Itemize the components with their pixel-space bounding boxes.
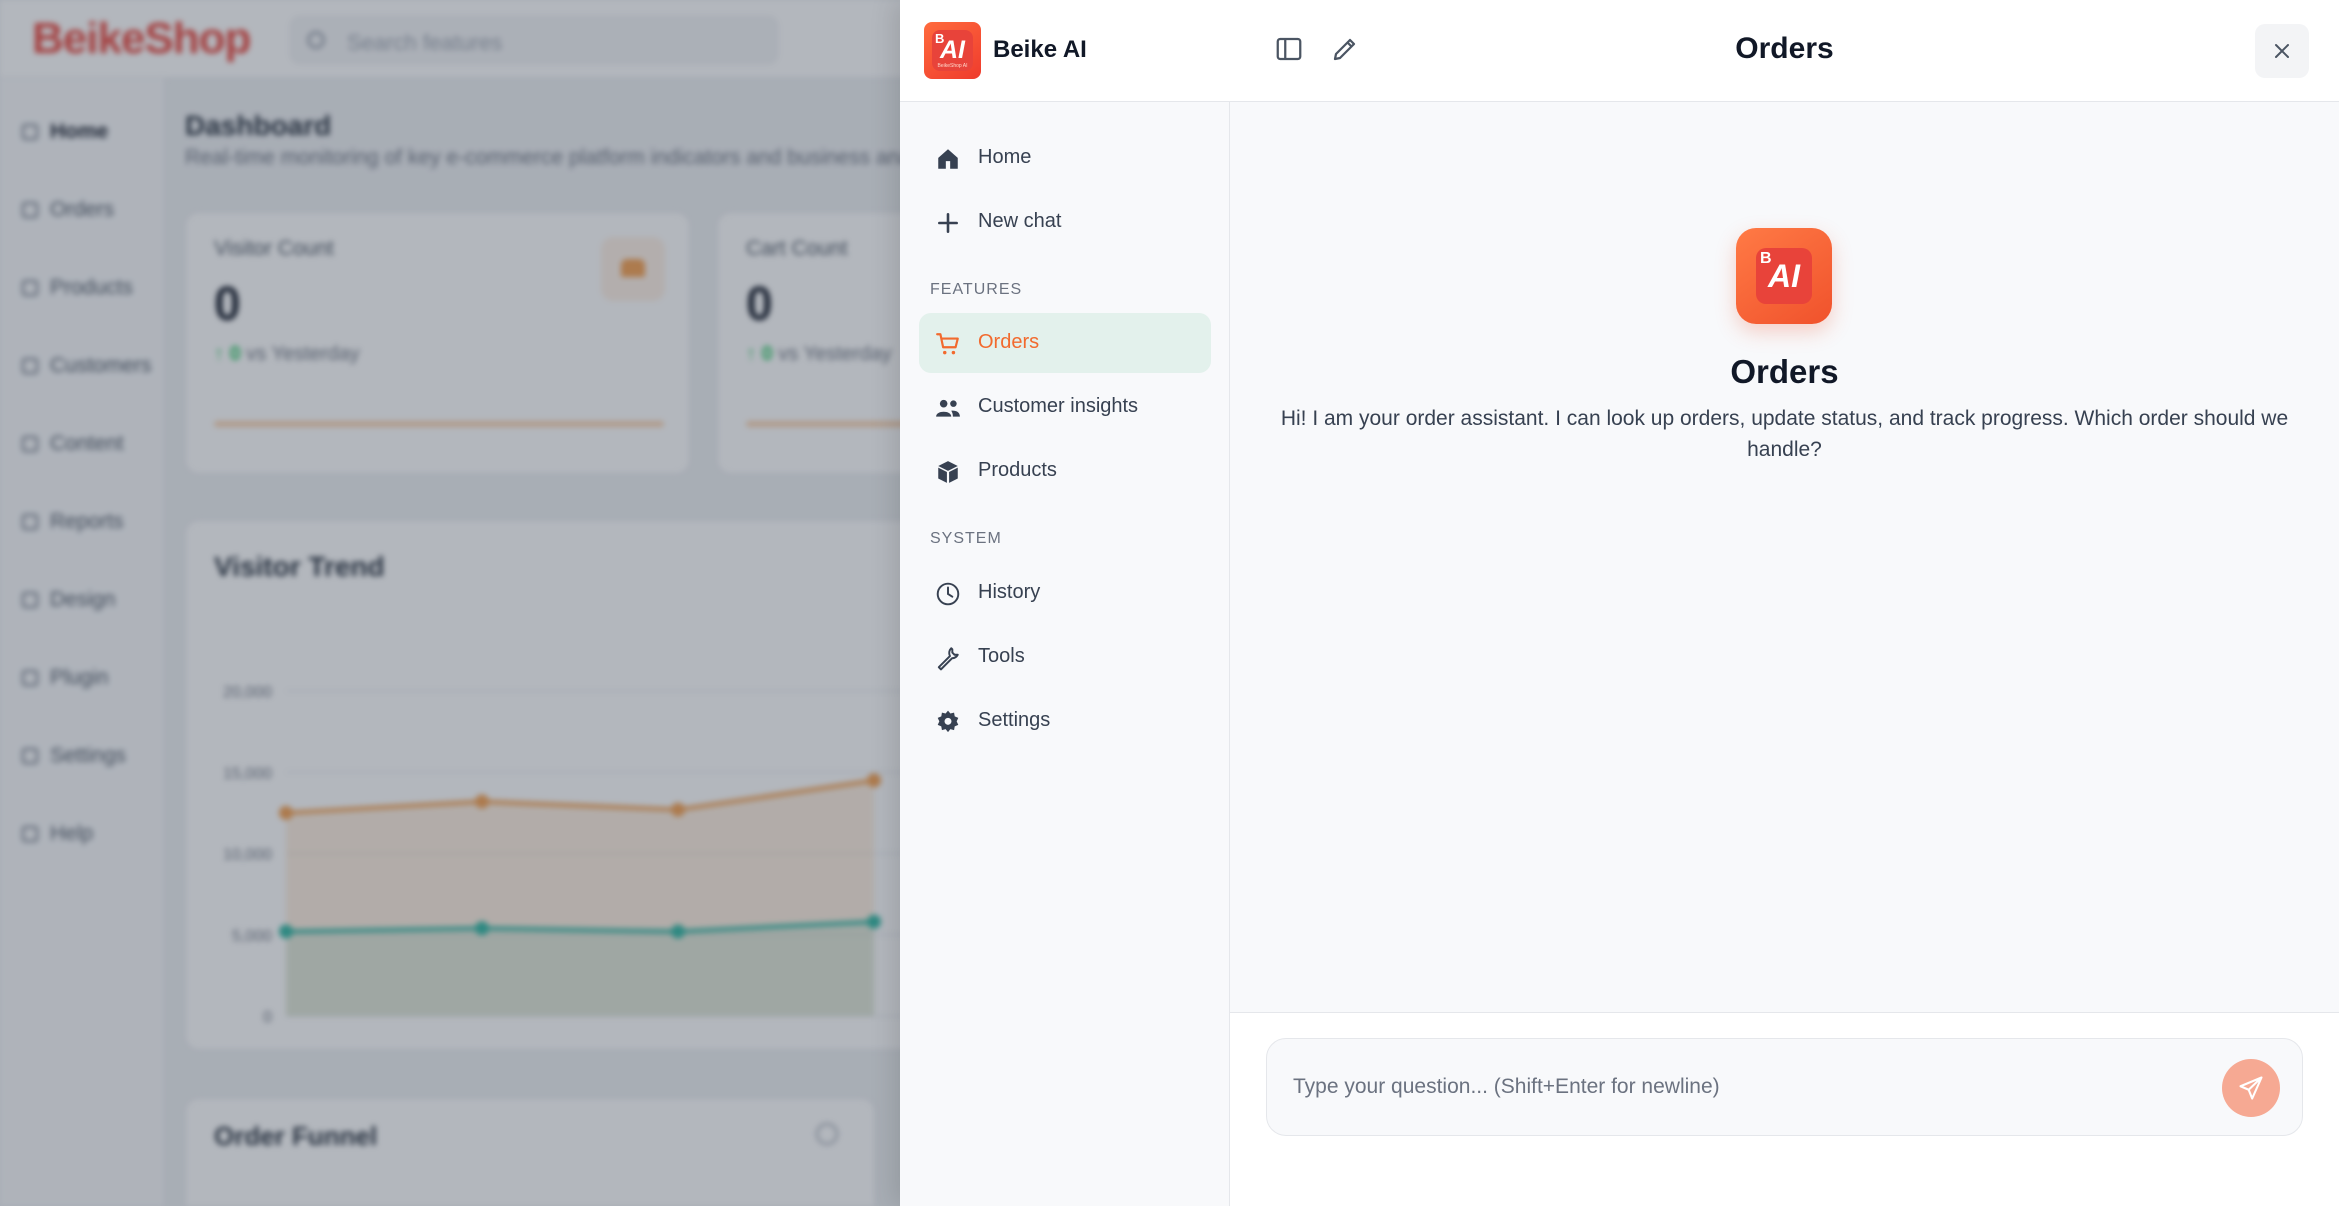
assistant-title: Orders [1730, 353, 1839, 390]
composer-area [1230, 1012, 2339, 1206]
ai-nav-label: Orders [978, 331, 1040, 353]
chat-panel: Orders B AI Orders Hi! I am your order as… [1230, 0, 2339, 1206]
chat-title: Orders [1735, 32, 1834, 65]
chat-header: Orders [1230, 0, 2339, 102]
ai-nav-label: New chat [978, 210, 1062, 232]
ai-nav-history[interactable]: History [919, 563, 1211, 623]
ai-nav-products[interactable]: Products [919, 441, 1211, 501]
assistant-logo: B AI [1736, 228, 1832, 324]
ai-nav-settings[interactable]: Settings [919, 691, 1211, 751]
ai-assistant-drawer: B AI BeikeShop AI Beike AI Home New chat F… [900, 0, 2339, 1206]
close-button[interactable] [2255, 24, 2309, 78]
plus-icon [938, 213, 958, 233]
ai-nav-customer-insights[interactable]: Customer insights [919, 377, 1211, 437]
users-icon [936, 399, 960, 417]
section-label-features: FEATURES [930, 281, 1023, 298]
ai-nav-label: Customer insights [978, 395, 1139, 417]
ai-nav-home[interactable]: Home [919, 128, 1211, 188]
modal-backdrop[interactable] [0, 0, 900, 1206]
ai-nav-new-chat[interactable]: New chat [919, 192, 1211, 252]
ai-sidebar: B AI BeikeShop AI Beike AI Home New chat F… [900, 0, 1230, 1206]
close-icon [2275, 44, 2289, 58]
composer-box [1266, 1038, 2303, 1136]
gear-icon [937, 710, 959, 733]
ai-nav-label: Home [978, 146, 1032, 168]
cart-icon [936, 333, 959, 355]
wrench-icon [937, 647, 959, 671]
clock-icon [936, 582, 960, 606]
box-icon [938, 461, 958, 483]
ai-nav-label: Products [978, 459, 1057, 481]
ai-nav-label: History [978, 581, 1041, 603]
beike-ai-logo: B AI BeikeShop AI [924, 22, 981, 79]
ai-nav-label: Settings [978, 709, 1051, 731]
section-label-system: SYSTEM [930, 530, 1002, 547]
assistant-greeting: Hi! I am your order assistant. I can loo… [1280, 407, 2289, 461]
ai-sidebar-title: Beike AI [993, 36, 1087, 63]
send-button[interactable] [2222, 1059, 2280, 1117]
ai-nav-tools[interactable]: Tools [919, 627, 1211, 687]
send-icon [2239, 1076, 2263, 1100]
ai-nav-orders[interactable]: Orders [919, 313, 1211, 373]
ai-sidebar-header: B AI BeikeShop AI Beike AI [900, 0, 1230, 102]
ai-nav-label: Tools [978, 645, 1025, 667]
home-icon [938, 149, 958, 169]
chat-input[interactable] [1293, 1067, 2193, 1107]
